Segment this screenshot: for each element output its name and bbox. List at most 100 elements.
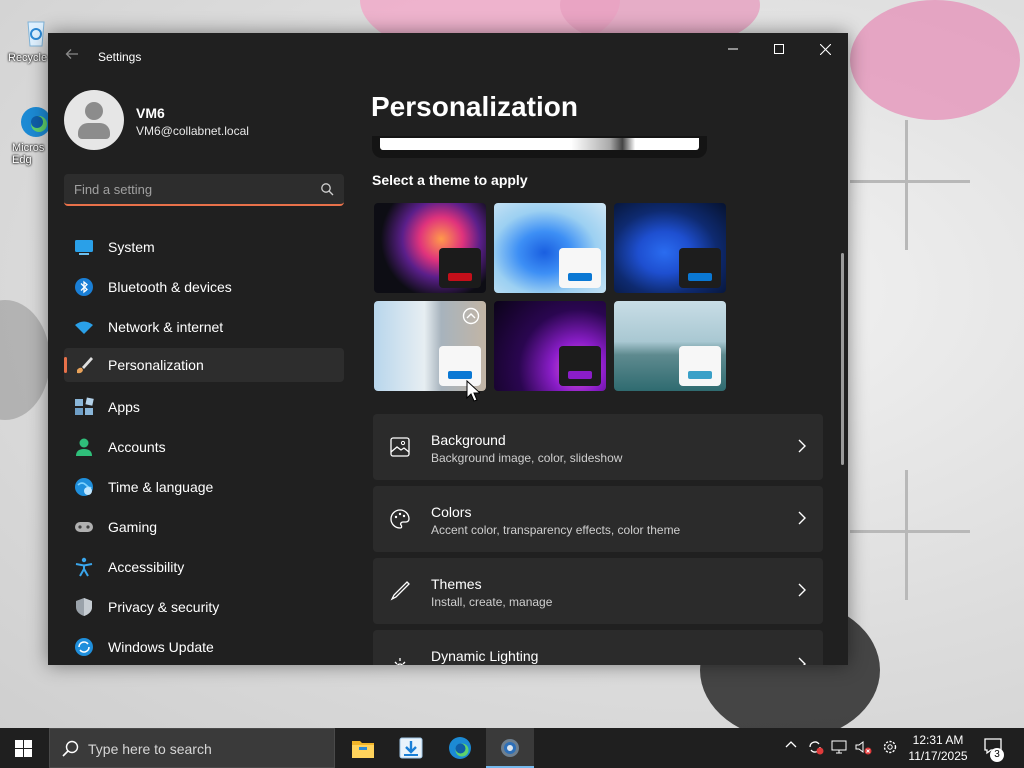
accounts-icon — [76, 438, 92, 456]
theme-accent-bar — [448, 273, 472, 281]
sidebar-item-label: Gaming — [108, 519, 158, 535]
picture-icon — [390, 437, 410, 457]
theme-accent-bar — [568, 273, 592, 281]
taskbar-search-input[interactable]: Type here to search — [49, 728, 335, 768]
windows-logo-icon — [15, 740, 32, 757]
back-button[interactable] — [62, 47, 82, 67]
shield-icon — [76, 598, 92, 616]
wallpaper-shape — [0, 300, 50, 420]
taskbar-app-downloads[interactable] — [387, 728, 435, 768]
card-subtitle: Background image, color, slideshow — [431, 451, 623, 465]
sidebar-item-label: Personalization — [108, 357, 204, 373]
sidebar-item-label: Windows Update — [108, 639, 214, 655]
taskbar-search-placeholder: Type here to search — [88, 741, 212, 757]
title-bar[interactable]: Settings — [48, 33, 848, 81]
sidebar-item-personalization[interactable]: Personalization — [64, 348, 344, 382]
sidebar-item-time-language[interactable]: Time & language — [64, 470, 344, 504]
user-email: VM6@collabnet.local — [136, 124, 249, 138]
theme-swatch — [679, 248, 721, 288]
user-name: VM6 — [136, 105, 165, 121]
sidebar-item-system[interactable]: System — [64, 230, 344, 264]
theme-tile-captured-motion[interactable] — [494, 301, 606, 391]
clock-date[interactable]: 11/17/2025 — [900, 749, 976, 763]
sidebar-item-label: Network & internet — [108, 319, 224, 335]
avatar-head — [85, 102, 103, 120]
theme-tile-glow[interactable] — [374, 203, 486, 293]
sidebar-item-label: Accounts — [108, 439, 166, 455]
sidebar-item-label: Apps — [108, 399, 140, 415]
lighting-icon — [394, 658, 406, 665]
search-placeholder: Find a setting — [74, 182, 153, 197]
taskbar-app-edge[interactable] — [436, 728, 484, 768]
start-button[interactable] — [0, 728, 48, 768]
close-button[interactable] — [802, 33, 848, 65]
sidebar-item-label: System — [108, 239, 155, 255]
search-icon — [321, 183, 334, 196]
wifi-icon — [75, 321, 93, 334]
sidebar-item-label: Time & language — [108, 479, 214, 495]
settings-icon — [501, 739, 519, 757]
avatar[interactable] — [64, 90, 124, 150]
file-explorer-icon — [352, 741, 374, 758]
network-icon[interactable] — [829, 738, 849, 758]
sidebar-item-accessibility[interactable]: Accessibility — [64, 550, 344, 584]
sidebar-item-gaming[interactable]: Gaming — [64, 510, 344, 544]
minimize-icon — [728, 48, 738, 50]
sidebar-item-bluetooth[interactable]: Bluetooth & devices — [64, 270, 344, 304]
globe-icon — [75, 478, 93, 496]
gear-icon[interactable] — [880, 738, 900, 758]
theme-tile-windows-light[interactable] — [494, 203, 606, 293]
chevron-right-icon — [798, 583, 806, 597]
taskbar-app-file-explorer[interactable] — [339, 728, 387, 768]
wallpaper-shape — [905, 120, 908, 250]
chevron-right-icon — [798, 657, 806, 665]
window-title: Settings — [98, 50, 142, 64]
spotlight-icon — [462, 307, 480, 325]
card-title: Themes — [431, 576, 482, 592]
sidebar-item-network[interactable]: Network & internet — [64, 310, 344, 344]
theme-accent-bar — [688, 371, 712, 379]
theme-section-label: Select a theme to apply — [372, 172, 528, 188]
taskbar-app-settings[interactable] — [486, 728, 534, 768]
gamepad-icon — [75, 522, 93, 532]
minimize-button[interactable] — [710, 33, 756, 65]
sidebar-item-apps[interactable]: Apps — [64, 390, 344, 424]
sidebar-item-label: Privacy & security — [108, 599, 220, 615]
taskbar: Type here to search 12:31 AM 11/17/2025 … — [0, 728, 1024, 768]
search-icon — [62, 740, 79, 757]
accessibility-icon — [75, 557, 93, 577]
mouse-cursor-icon — [466, 380, 480, 402]
theme-tile-windows-spotlight[interactable] — [374, 301, 486, 391]
system-icon — [75, 240, 93, 255]
sidebar-item-privacy-security[interactable]: Privacy & security — [64, 590, 344, 624]
notification-count-badge: 3 — [990, 748, 1004, 762]
sidebar-item-accounts[interactable]: Accounts — [64, 430, 344, 464]
wallpaper-shape — [850, 530, 970, 533]
bluetooth-icon — [75, 278, 93, 296]
card-title: Colors — [431, 504, 472, 520]
dynamic-lighting-card[interactable]: Dynamic Lighting — [373, 630, 823, 665]
clock-time[interactable]: 12:31 AM — [900, 733, 976, 747]
theme-tile-flow[interactable] — [614, 301, 726, 391]
sidebar-item-label: Accessibility — [108, 559, 185, 575]
chevron-right-icon — [798, 439, 806, 453]
background-card[interactable]: Background Background image, color, slid… — [373, 414, 823, 480]
theme-accent-bar — [688, 273, 712, 281]
chevron-up-icon[interactable] — [781, 738, 801, 758]
themes-card[interactable]: Themes Install, create, manage — [373, 558, 823, 624]
content-scrollbar[interactable] — [841, 253, 844, 465]
sidebar-item-windows-update[interactable]: Windows Update — [64, 630, 344, 664]
close-icon — [819, 43, 831, 55]
wallpaper-shape — [850, 0, 1020, 120]
active-indicator — [64, 357, 67, 373]
theme-preview — [372, 136, 707, 158]
settings-window: Settings VM6 VM6@collabnet.local Find a … — [48, 33, 848, 665]
search-input[interactable]: Find a setting — [64, 174, 344, 206]
colors-card[interactable]: Colors Accent color, transparency effect… — [373, 486, 823, 552]
desktop-icon-label: Micros Edg — [12, 142, 45, 166]
volume-muted-icon[interactable] — [853, 738, 873, 758]
wallpaper-shape — [850, 180, 970, 183]
sync-icon[interactable] — [805, 738, 825, 758]
maximize-button[interactable] — [756, 33, 802, 65]
theme-tile-windows-dark[interactable] — [614, 203, 726, 293]
